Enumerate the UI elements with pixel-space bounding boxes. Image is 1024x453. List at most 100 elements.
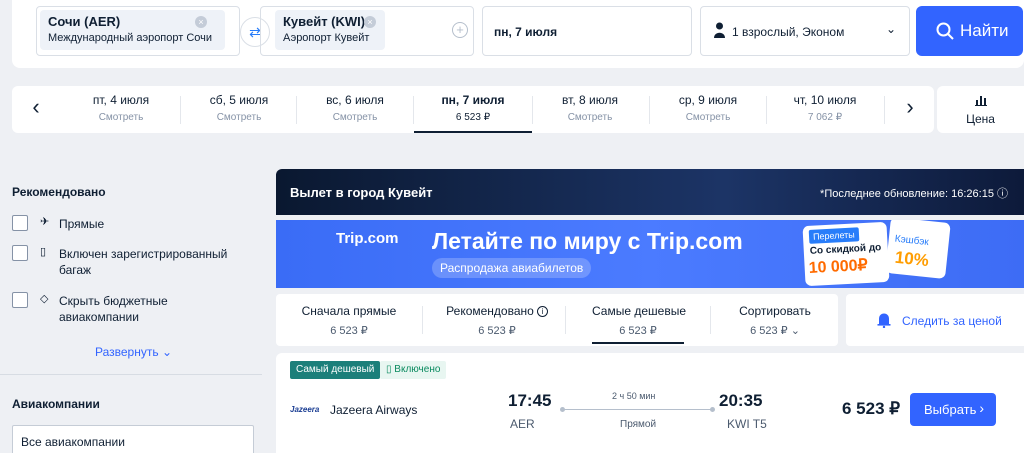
divider [422,306,423,334]
flight-duration: 2 ч 50 мин [612,391,656,401]
departure-airport: AER [510,417,535,431]
date-tab-price: Смотреть [98,112,144,123]
select-label: Выбрать [924,402,977,417]
date-tab-day: чт, 10 июля [793,93,857,107]
date-tab-day: ср, 9 июля [678,93,738,107]
sort-value: 6 523 ₽ [750,325,788,337]
prev-dates-icon[interactable]: ‹ [26,94,46,120]
date-tab[interactable]: вс, 6 июля Смотреть [296,93,414,123]
last-update: *Последнее обновление: 16:26:15 ⓘ [820,185,1008,201]
sort-name: Сначала прямые [301,304,397,318]
discount-card: Перелеты Со скидкой до 10 000₽ [802,221,890,287]
sort-direct-first[interactable]: Сначала прямые 6 523 ₽ [290,304,408,337]
sort-cheapest[interactable]: Самые дешевые 6 523 ₽ [592,304,687,344]
date-tab-day: сб, 5 июля [209,93,269,107]
discount-text: Со скидкой до [809,242,882,257]
flight-stops: Прямой [620,419,657,430]
search-button[interactable]: Найти [916,6,1023,56]
banner-headline: Летайте по миру с Trip.com [432,228,743,254]
route-dot [710,407,715,412]
bell-icon [877,313,891,328]
luggage-icon: ▯ [40,246,47,258]
price-chart-label: Цена [966,112,995,126]
date-tab-price: 7 062 ₽ [807,112,843,123]
track-price-label: Следить за ценой [902,314,1002,328]
airlines-title: Авиакомпании [12,397,100,411]
chevron-down-icon: ⌄ [158,345,172,359]
divider [565,306,566,334]
sidebar-divider [0,374,262,375]
search-icon [936,22,954,40]
bar-chart-icon [975,94,987,109]
date-strip: ‹ пт, 4 июля Смотреть сб, 5 июля Смотрет… [12,86,934,133]
date-tab-selected[interactable]: пн, 7 июля 6 523 ₽ [414,93,532,133]
search-bar: Сочи (AER) Международный аэропорт Сочи ×… [12,0,1024,68]
last-update-text: *Последнее обновление: 16:26:15 [820,188,994,200]
brand-logo: Trip.com [336,230,399,247]
clear-origin-icon[interactable]: × [195,16,207,28]
promo-banner[interactable]: Trip.com Летайте по миру с Trip.com Расп… [276,220,1024,288]
included-badge: ▯ Включено [380,361,447,379]
date-tab-price: Смотреть [332,112,378,123]
date-tab[interactable]: сб, 5 июля Смотреть [180,93,298,123]
direct-flight-icon: ✈ [40,216,50,228]
divider [884,96,885,124]
destination-name: Аэропорт Кувейт [283,32,370,44]
person-icon [714,22,725,38]
next-dates-icon[interactable]: › [900,94,920,120]
price-chart-button[interactable]: Цена [937,86,1024,133]
cashback-card: Кэшбэк 10% [885,220,951,279]
date-tab-price: Смотреть [567,112,613,123]
date-tab[interactable]: вт, 8 июля Смотреть [531,93,649,123]
sort-value: 6 523 ₽ [330,325,368,337]
checkbox[interactable] [12,215,28,231]
cheapest-badge: Самый дешевый [290,361,381,379]
date-tab[interactable]: пт, 4 июля Смотреть [62,93,180,123]
sort-dropdown[interactable]: Сортировать 6 523 ₽ ⌄ [720,304,830,337]
arrival-time: 20:35 [719,391,763,410]
chevron-down-icon: ⌄ [787,325,800,337]
sort-name: Рекомендовано [446,304,534,318]
flight-card[interactable]: Самый дешевый ▯ Включено Jazeera Jazeera… [276,353,1024,453]
divider [710,306,711,334]
cashback-label: Кэшбэк [894,233,930,249]
date-tab[interactable]: чт, 10 июля 7 062 ₽ [766,93,884,123]
date-tab[interactable]: ср, 9 июля Смотреть [649,93,767,123]
banner-subline: Распродажа авиабилетов [432,258,592,278]
airline-logo: Jazeera [290,405,320,414]
checkbox[interactable] [12,292,28,308]
sort-recommended[interactable]: Рекомендовано i 6 523 ₽ [432,304,562,337]
select-flight-button[interactable]: Выбрать › [910,393,996,426]
add-destination-icon[interactable]: + [452,22,468,38]
departure-time: 17:45 [508,391,552,410]
sort-name: Самые дешевые [592,304,687,318]
date-tab-price: 6 523 ₽ [455,112,491,123]
expand-label: Развернуть [95,345,159,359]
airline-name: Jazeera Airways [330,403,418,417]
date-tab-day: пн, 7 июля [441,93,505,107]
clear-destination-icon[interactable]: × [364,16,376,28]
date-tab-day: пт, 4 июля [92,93,150,107]
chevron-down-icon[interactable]: ⌄ [886,22,896,36]
search-button-label: Найти [960,21,1009,40]
included-text: Включено [394,364,441,375]
info-icon[interactable]: ⓘ [997,188,1008,200]
sort-value: 6 523 ₽ [478,325,516,337]
date-tab-day: вс, 6 июля [326,93,384,107]
arrival-airport: KWI T5 [727,417,767,431]
info-icon[interactable]: i [536,306,548,317]
chevron-right-icon: › [979,400,984,416]
expand-filters-link[interactable]: Развернуть ⌄ [95,345,172,359]
filter-label: Включен зарегистрированный багаж [59,247,228,277]
discount-tag: Перелеты [808,227,860,244]
filter-label: Скрыть бюджетные авиакомпании [59,294,168,324]
checkbox[interactable] [12,245,28,261]
origin-name: Международный аэропорт Сочи [48,32,213,44]
date-tab-price: Смотреть [685,112,731,123]
date-value: пн, 7 июля [494,25,558,39]
sort-name: Сортировать [739,304,811,318]
track-price-button[interactable]: Следить за ценой [846,294,1024,346]
recommended-title: Рекомендовано [12,185,106,199]
cashback-percent: 10% [893,247,930,271]
airlines-select[interactable]: Все авиакомпании [12,425,254,453]
